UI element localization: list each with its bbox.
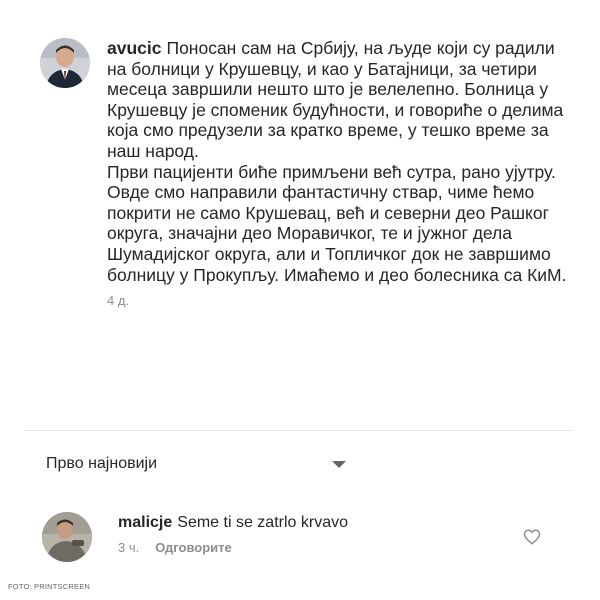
avatar[interactable] bbox=[40, 38, 90, 88]
main-comment-username[interactable]: avucic bbox=[107, 38, 161, 58]
sort-label: Прво најновији bbox=[46, 455, 158, 472]
reply-comment-text: malicje Seme ti se zatrlo krvavo bbox=[118, 512, 518, 534]
reply-comment-body: malicje Seme ti se zatrlo krvavo 3 ч. Одго… bbox=[118, 512, 518, 555]
instagram-comments-screen: avucic Поносан сам на Србију, на људе кој… bbox=[0, 0, 600, 600]
main-comment-body: avucic Поносан сам на Србију, на људе кој… bbox=[107, 38, 567, 308]
reply-comment-meta: 3 ч. Одговорите bbox=[118, 540, 518, 555]
chevron-down-icon bbox=[332, 461, 346, 468]
photo-credit: FOTO: PRINTSCREEN bbox=[8, 582, 91, 591]
heart-icon[interactable] bbox=[523, 528, 541, 546]
main-comment-time: 4 д. bbox=[107, 293, 130, 309]
reply-button[interactable]: Одговорите bbox=[155, 540, 232, 555]
main-comment-message: Поносан сам на Србију, на људе који су р… bbox=[107, 38, 567, 285]
reply-comment: malicje Seme ti se zatrlo krvavo 3 ч. Одго… bbox=[42, 512, 562, 572]
reply-avatar-image bbox=[42, 512, 92, 562]
sort-dropdown[interactable]: Прво најновији bbox=[46, 455, 356, 477]
main-comment-text: avucic Поносан сам на Србију, на људе кој… bbox=[107, 38, 567, 285]
reply-avatar[interactable] bbox=[42, 512, 92, 562]
reply-comment-username[interactable]: malicje bbox=[118, 514, 172, 531]
avatar-image bbox=[40, 38, 90, 88]
reply-comment-time: 3 ч. bbox=[118, 540, 140, 555]
divider bbox=[24, 430, 572, 431]
reply-comment-message: Seme ti se zatrlo krvavo bbox=[177, 514, 348, 531]
